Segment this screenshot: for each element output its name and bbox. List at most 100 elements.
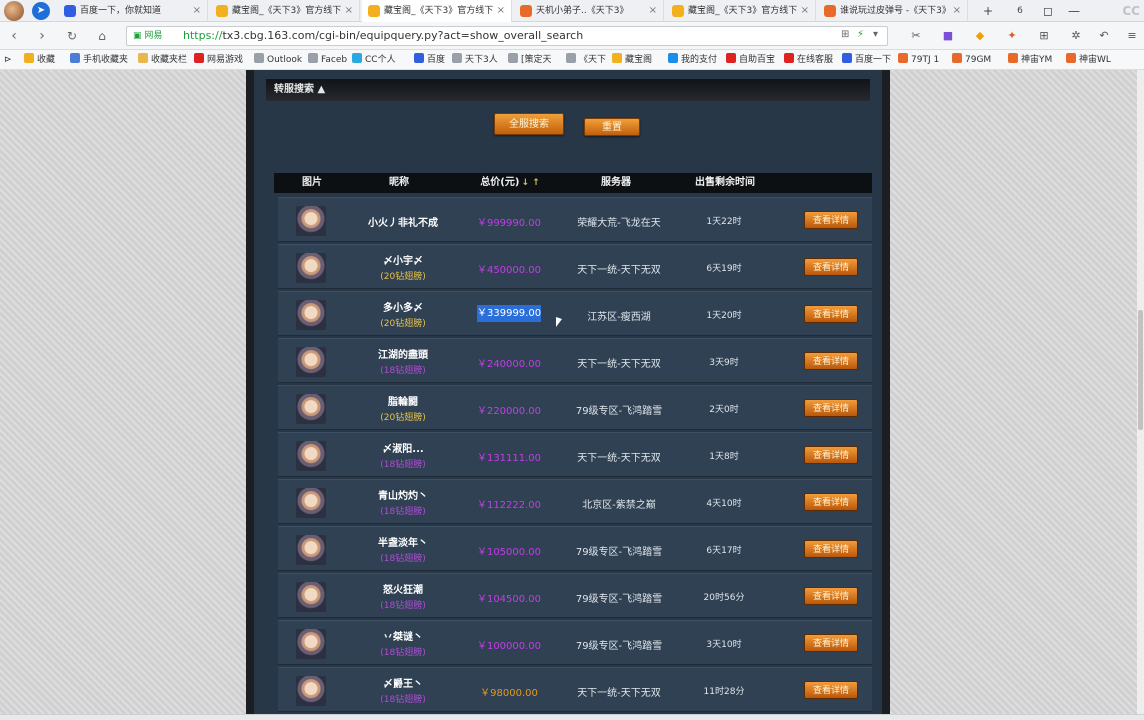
bookmark-item[interactable]: 《天下: [566, 50, 610, 70]
price: ￥240000.00: [476, 359, 542, 370]
character-name[interactable]: 青山灼灼丶: [338, 487, 468, 502]
character-avatar[interactable]: [296, 629, 326, 659]
close-icon[interactable]: ×: [193, 0, 201, 22]
close-icon[interactable]: ×: [497, 0, 505, 22]
bookmark-item[interactable]: 自助百宝: [726, 50, 782, 70]
tab-label: 谁说玩过皮弹号 -《天下3》: [840, 6, 951, 16]
close-icon[interactable]: ×: [649, 0, 657, 22]
bookmark-item[interactable]: 天下3人: [452, 50, 506, 70]
navigation-arrow-icon[interactable]: ➤: [32, 2, 50, 20]
minimize-icon[interactable]: —: [1062, 0, 1086, 22]
browser-tab[interactable]: 藏宝阁_《天下3》官方线下 ×: [210, 0, 360, 22]
close-icon[interactable]: ×: [953, 0, 961, 22]
character-avatar[interactable]: [296, 535, 326, 565]
grid-icon[interactable]: ⊞: [841, 29, 849, 40]
character-name[interactable]: 脂輪闘: [338, 393, 468, 408]
view-details-button[interactable]: 查看详情: [804, 681, 858, 699]
close-icon[interactable]: ×: [345, 0, 353, 22]
character-avatar[interactable]: [296, 582, 326, 612]
close-icon[interactable]: ×: [801, 0, 809, 22]
dropdown-icon[interactable]: ▾: [873, 29, 878, 40]
bookmark-item[interactable]: [策定天: [508, 50, 564, 70]
forward-icon[interactable]: ›: [32, 26, 52, 46]
character-avatar[interactable]: [296, 253, 326, 283]
bookmark-item[interactable]: 收藏: [24, 50, 68, 70]
character-name[interactable]: 〆小宇〆: [338, 252, 468, 267]
bookmark-item[interactable]: CC个人: [352, 50, 412, 70]
bookmark-item[interactable]: 我的支付: [668, 50, 724, 70]
bookmark-item[interactable]: 藏宝阁: [612, 50, 666, 70]
character-name[interactable]: 半盏淡年丶: [338, 534, 468, 549]
bookmark-item[interactable]: 在线客服: [784, 50, 840, 70]
tab-count-badge[interactable]: 6: [1008, 0, 1032, 22]
bookmark-item[interactable]: Faceb: [308, 50, 350, 70]
purple-extension-icon[interactable]: ■: [940, 28, 956, 44]
shield-icon[interactable]: ◆: [972, 28, 988, 44]
character-name[interactable]: 丷桀谜丶: [338, 628, 468, 643]
bookmark-item[interactable]: 收藏夹栏: [138, 50, 192, 70]
bookmark-item[interactable]: 神宙YM: [1008, 50, 1064, 70]
view-details-button[interactable]: 查看详情: [804, 258, 858, 276]
bookmark-item[interactable]: 79GM: [952, 50, 1006, 70]
undo-icon[interactable]: ↶: [1096, 28, 1112, 44]
apps-icon[interactable]: ⊞: [1036, 28, 1052, 44]
view-details-button[interactable]: 查看详情: [804, 352, 858, 370]
search-all-servers-button[interactable]: 全服搜索: [494, 113, 564, 135]
view-details-button[interactable]: 查看详情: [804, 540, 858, 558]
wing-badge: (18钻翅膀): [380, 554, 426, 564]
browser-tab[interactable]: 谁说玩过皮弹号 -《天下3》 ×: [818, 0, 968, 22]
scissors-icon[interactable]: ✂: [908, 28, 924, 44]
user-avatar[interactable]: [4, 1, 24, 21]
bookmark-item[interactable]: 百度: [414, 50, 450, 70]
bookmark-item[interactable]: 百度一下: [842, 50, 896, 70]
character-avatar[interactable]: [296, 441, 326, 471]
view-details-button[interactable]: 查看详情: [804, 587, 858, 605]
character-name[interactable]: 〆爵王丶: [338, 675, 468, 690]
bookmark-item[interactable]: 神宙WL: [1066, 50, 1122, 70]
character-avatar[interactable]: [296, 394, 326, 424]
settings-icon[interactable]: ✲: [1068, 28, 1084, 44]
bookmark-item[interactable]: 网易游戏: [194, 50, 252, 70]
bookmark-item[interactable]: Outlook: [254, 50, 306, 70]
new-tab-button[interactable]: +: [976, 0, 1000, 22]
browser-tab[interactable]: 藏宝阁_《天下3》官方线下 ×: [666, 0, 816, 22]
lightning-icon[interactable]: ⚡: [857, 29, 864, 40]
back-icon[interactable]: ‹: [4, 26, 24, 46]
character-avatar[interactable]: [296, 676, 326, 706]
transfer-search-header[interactable]: 转服搜索 ▲: [266, 79, 870, 101]
bookmark-item[interactable]: 手机收藏夹: [70, 50, 136, 70]
character-name[interactable]: 江湖的盡頭: [338, 346, 468, 361]
character-name[interactable]: 怒火狂潮: [338, 581, 468, 596]
character-name[interactable]: 多小多〆: [338, 299, 468, 314]
view-details-button[interactable]: 查看详情: [804, 399, 858, 417]
character-avatar[interactable]: [296, 347, 326, 377]
column-total-price[interactable]: 总价(元) ↓ ↑: [460, 173, 560, 193]
menu-icon[interactable]: ≡: [1124, 28, 1140, 44]
page-scrollbar[interactable]: [1137, 70, 1144, 714]
character-avatar[interactable]: [296, 300, 326, 330]
view-details-button[interactable]: 查看详情: [804, 305, 858, 323]
view-details-button[interactable]: 查看详情: [804, 211, 858, 229]
browser-tab[interactable]: 百度一下，你就知道 ×: [58, 0, 208, 22]
view-details-button[interactable]: 查看详情: [804, 446, 858, 464]
character-name[interactable]: 〆淑阳...: [338, 440, 468, 455]
browser-tab[interactable]: 藏宝阁_《天下3》官方线下 ×: [362, 0, 512, 22]
scrollbar-thumb[interactable]: [1138, 310, 1143, 430]
character-avatar[interactable]: [296, 488, 326, 518]
sort-arrows-icon[interactable]: ↓ ↑: [521, 178, 539, 188]
character-name[interactable]: 小火丿非礼不成: [338, 214, 468, 229]
refresh-icon[interactable]: ↻: [62, 26, 82, 46]
reset-button[interactable]: 重置: [584, 118, 640, 136]
home-icon[interactable]: ⌂: [92, 26, 112, 46]
url-input[interactable]: ▣ 网易 https://tx3.cbg.163.com/cgi-bin/equ…: [126, 26, 888, 46]
bookmark-item[interactable]: 79TJ 1: [898, 50, 950, 70]
character-avatar[interactable]: [296, 206, 326, 236]
browser-tab[interactable]: 天机小弟子..《天下3》 ×: [514, 0, 664, 22]
bookmarks-toggle-icon[interactable]: ⊳: [4, 50, 16, 70]
shirt-icon[interactable]: ◻: [1036, 0, 1060, 22]
game-extension-icon[interactable]: ✦: [1004, 28, 1020, 44]
wing-badge: (18钻翅膀): [380, 460, 426, 470]
view-details-button[interactable]: 查看详情: [804, 634, 858, 652]
tx3-game-icon: [1008, 53, 1018, 63]
view-details-button[interactable]: 查看详情: [804, 493, 858, 511]
